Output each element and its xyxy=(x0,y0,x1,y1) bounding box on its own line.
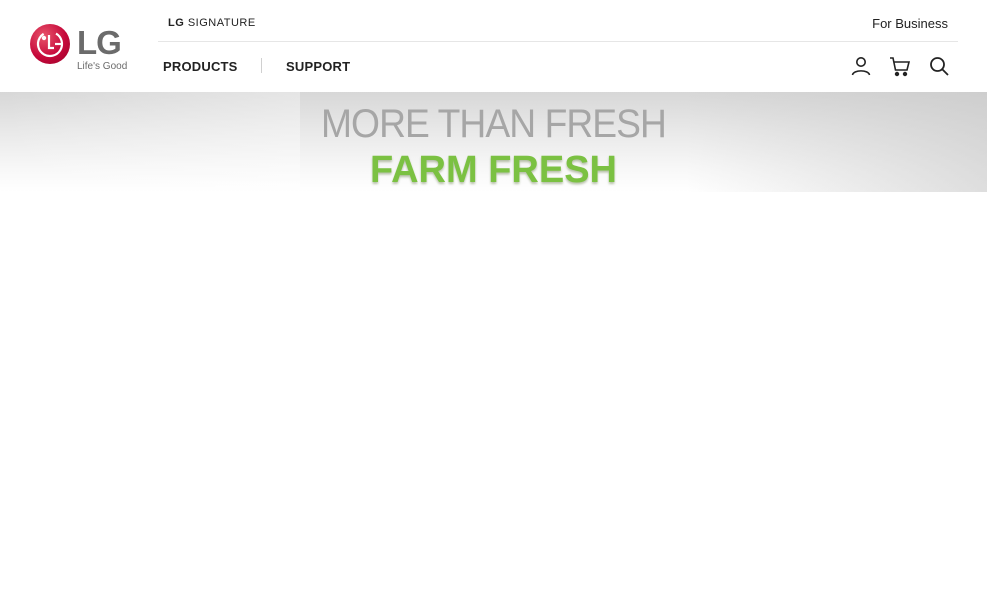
signature-label: SIGNATURE xyxy=(187,17,256,29)
hero-headline: MORE THAN FRESH xyxy=(320,102,667,146)
nav-divider xyxy=(261,58,262,73)
lg-signature-link[interactable]: LG SIGNATURE xyxy=(168,17,256,29)
lg-wordmark: LG xyxy=(77,24,122,61)
hero-banner: MORE THAN FRESH FARM FRESH xyxy=(0,92,987,192)
signature-brand: LG xyxy=(168,17,185,29)
logo-tagline: Life's Good xyxy=(77,61,128,72)
nav-item-support[interactable]: SUPPORT xyxy=(286,59,350,74)
hero-subheadline: FARM FRESH xyxy=(370,149,617,191)
user-icon[interactable] xyxy=(849,54,873,78)
cart-icon[interactable] xyxy=(888,54,912,78)
for-business-link[interactable]: For Business xyxy=(872,16,948,31)
site-header: LG Life's Good LG SIGNATURE For Business… xyxy=(0,0,987,92)
page-edge xyxy=(987,0,1000,600)
lg-logo-icon xyxy=(30,24,70,64)
nav-item-products[interactable]: PRODUCTS xyxy=(163,59,238,74)
lg-logo[interactable]: LG Life's Good xyxy=(30,24,130,74)
top-utility-bar: LG SIGNATURE For Business xyxy=(158,0,958,42)
search-icon[interactable] xyxy=(927,54,951,78)
main-nav: PRODUCTS SUPPORT xyxy=(158,42,958,92)
